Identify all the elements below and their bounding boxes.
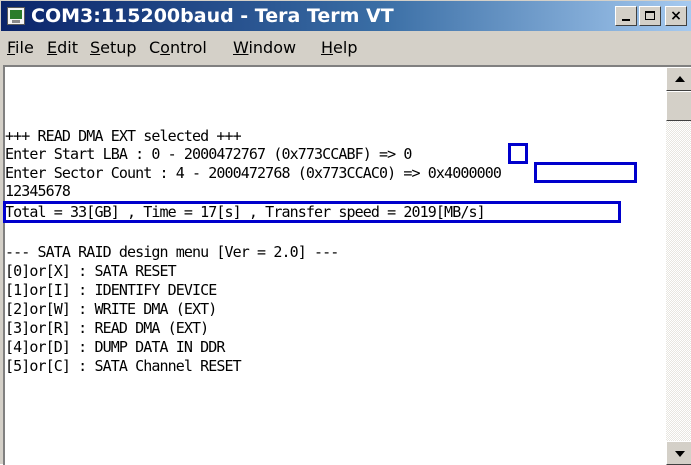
scroll-up-arrow-icon [675,76,685,82]
close-icon: × [670,8,682,24]
menu-control-mnemonic: o [160,38,170,57]
terminal-line: +++ READ DMA EXT selected +++ [5,127,242,145]
app-icon-screen [10,10,22,19]
terminal-line: [4]or[D] : DUMP DATA IN DDR [5,338,225,356]
minimize-button[interactable] [615,6,637,26]
terminal-screen[interactable]: +++ READ DMA EXT selected +++ Enter Star… [3,67,665,465]
menu-edit-rest: dit [57,38,78,57]
maximize-icon [645,11,655,20]
transfer-result-highlight [3,201,621,223]
terminal-line: [5]or[C] : SATA Channel RESET [5,357,242,375]
tera-term-window: COM3:115200baud - Tera Term VT × File Ed… [0,0,691,465]
menu-file-rest: ile [15,38,34,57]
scroll-thumb[interactable] [666,91,691,121]
terminal-line: Enter Start LBA : 0 - 2000472767 (0x773C… [5,145,412,163]
menu-window-mnemonic: W [233,38,249,57]
terminal-line: [3]or[R] : READ DMA (EXT) [5,319,209,337]
menu-window-rest: indow [248,38,297,57]
window-title: COM3:115200baud - Tera Term VT [31,5,394,27]
minimize-icon [622,19,630,21]
menu-control-first: C [149,38,161,57]
menu-help[interactable]: Help [321,37,357,59]
terminal-line: Enter Sector Count : 4 - 2000472768 (0x7… [5,164,502,182]
sector-count-highlight [534,162,637,183]
terminal-line: [0]or[X] : SATA RESET [5,262,177,280]
terminal-line: 12345678 [5,182,71,200]
close-button[interactable]: × [665,6,687,26]
menu-help-rest: elp [333,38,358,57]
terminal-frame: +++ READ DMA EXT selected +++ Enter Star… [3,65,691,465]
menu-bar: File Edit Setup Control Window Help [1,31,691,63]
menu-edit[interactable]: Edit [47,37,78,59]
vertical-scrollbar[interactable] [666,67,691,465]
menu-control[interactable]: Control [149,37,207,59]
scroll-down-button[interactable] [666,441,691,465]
menu-file-mnemonic: F [7,38,16,57]
menu-edit-mnemonic: E [47,38,58,57]
menu-setup-mnemonic: S [90,38,101,57]
menu-setup[interactable]: Setup [90,37,137,59]
start-lba-highlight [508,143,528,164]
menu-help-mnemonic: H [321,38,334,57]
menu-control-rest: ntrol [169,38,207,57]
scroll-up-button[interactable] [666,67,691,91]
menu-file[interactable]: File [7,37,34,59]
title-bar[interactable]: COM3:115200baud - Tera Term VT × [1,1,691,31]
terminal-line: --- SATA RAID design menu [Ver = 2.0] --… [5,243,339,261]
menu-setup-rest: etup [100,38,137,57]
menu-window[interactable]: Window [233,37,296,59]
tera-term-icon[interactable] [7,7,25,25]
terminal-line: [2]or[W] : WRITE DMA (EXT) [5,300,217,318]
maximize-button[interactable] [639,6,661,26]
app-icon-base [12,20,20,23]
scroll-down-arrow-icon [675,451,685,457]
terminal-line: [1]or[I] : IDENTIFY DEVICE [5,281,217,299]
